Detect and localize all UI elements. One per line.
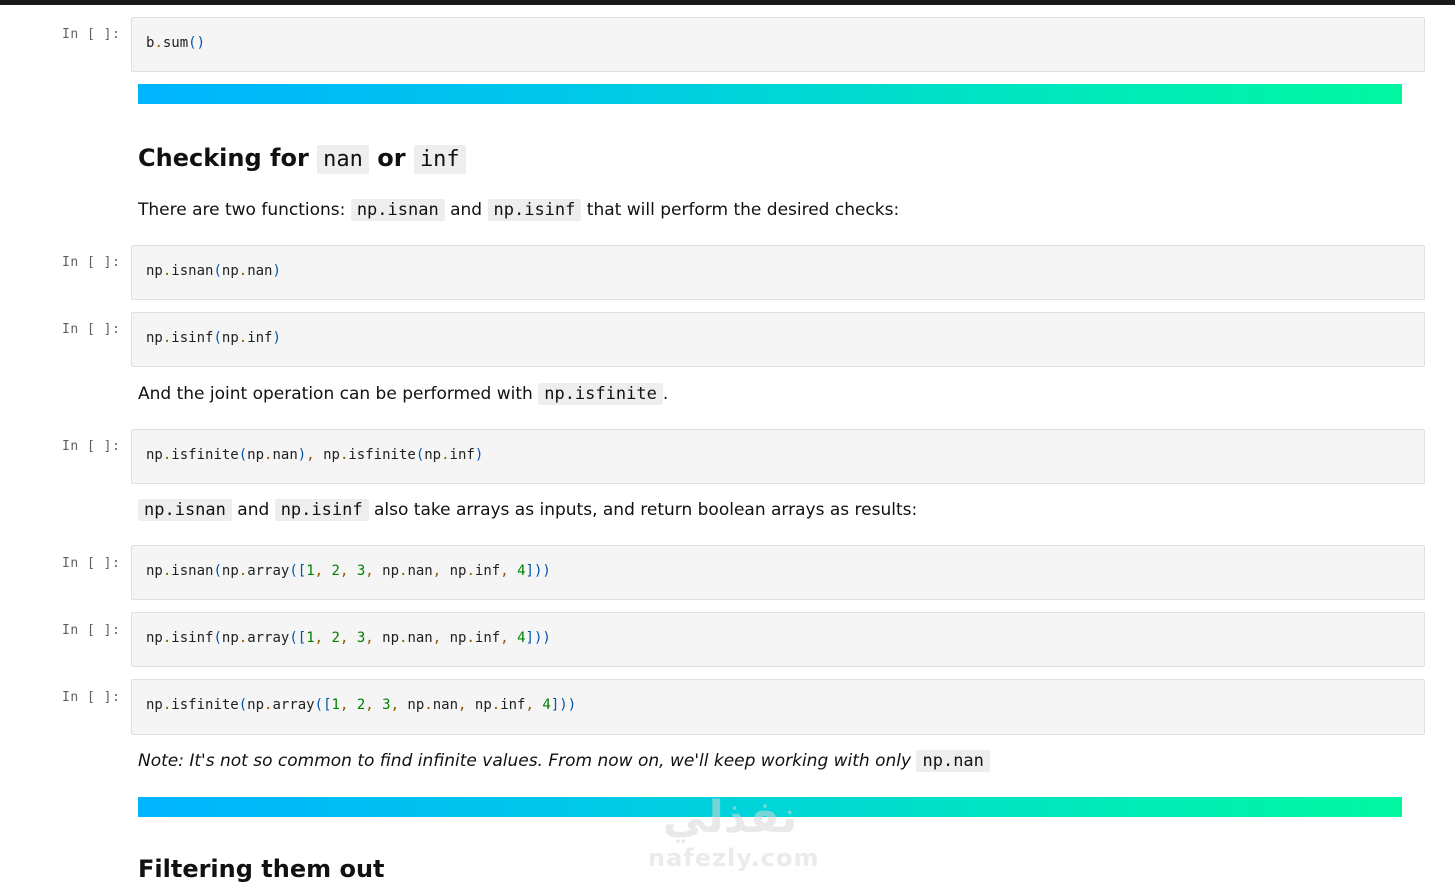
watermark-text: nafezly.com: [648, 844, 820, 872]
cell-prompt: In [ ]:: [62, 623, 121, 638]
paragraph-text: .: [662, 384, 669, 404]
paragraph-text: There are two functions:: [138, 200, 351, 220]
markdown-paragraph: There are two functions: np.isnan and np…: [138, 197, 899, 223]
cell-prompt: In [ ]:: [62, 255, 121, 270]
cell-prompt: In [ ]:: [62, 556, 121, 571]
inline-code: np.isfinite: [538, 383, 663, 405]
heading-text: or: [368, 144, 414, 172]
code-cell[interactable]: np.isnan(np.array([1, 2, 3, np.nan, np.i…: [131, 545, 1425, 600]
inline-code: np.isinf: [487, 199, 582, 221]
paragraph-text: Note: It's not so common to find infinit…: [138, 751, 917, 771]
code-cell[interactable]: np.isfinite(np.array([1, 2, 3, np.nan, n…: [131, 679, 1425, 735]
watermark-arabic-text: نفذلي: [663, 792, 798, 843]
inline-code: inf: [413, 145, 466, 174]
window-top-border: [0, 0, 1455, 5]
heading-text: Checking for: [138, 144, 318, 172]
paragraph-text: and: [231, 500, 275, 520]
code-cell[interactable]: np.isfinite(np.nan), np.isfinite(np.inf): [131, 429, 1425, 484]
section-heading: Filtering them out: [138, 855, 385, 883]
inline-code: np.isnan: [350, 199, 445, 221]
markdown-note: Note: It's not so common to find infinit…: [138, 748, 990, 774]
code-text[interactable]: np.isnan(np.nan): [146, 263, 281, 279]
markdown-paragraph: And the joint operation can be performed…: [138, 381, 668, 407]
cell-prompt: In [ ]:: [62, 439, 121, 454]
watermark-arabic-mark: نفذلي: [663, 792, 798, 843]
paragraph-text: also take arrays as inputs, and return b…: [368, 500, 918, 520]
code-cell[interactable]: np.isnan(np.nan): [131, 245, 1425, 300]
inline-code: np.isnan: [138, 499, 232, 521]
cell-prompt: In [ ]:: [62, 322, 121, 337]
inline-code: np.nan: [916, 750, 990, 772]
code-text[interactable]: np.isinf(np.inf): [146, 330, 281, 346]
code-cell[interactable]: np.isinf(np.inf): [131, 312, 1425, 367]
watermark-logo: نفذلي nafezly.com: [640, 788, 820, 876]
paragraph-text: that will perform the desired checks:: [581, 200, 900, 220]
inline-code: np.isinf: [274, 499, 369, 521]
section-divider-bar: [138, 84, 1402, 104]
paragraph-text: And the joint operation can be performed…: [138, 384, 539, 404]
code-text[interactable]: np.isnan(np.array([1, 2, 3, np.nan, np.i…: [146, 563, 551, 579]
code-text[interactable]: np.isfinite(np.nan), np.isfinite(np.inf): [146, 447, 483, 463]
code-text[interactable]: b.sum(): [146, 35, 205, 51]
code-text[interactable]: np.isfinite(np.array([1, 2, 3, np.nan, n…: [146, 697, 576, 713]
paragraph-text: and: [444, 200, 488, 220]
markdown-paragraph: np.isnan and np.isinf also take arrays a…: [138, 497, 917, 523]
section-heading: Checking for nan or inf: [138, 141, 466, 177]
cell-prompt: In [ ]:: [62, 27, 121, 42]
code-text[interactable]: np.isinf(np.array([1, 2, 3, np.nan, np.i…: [146, 630, 551, 646]
inline-code: nan: [317, 145, 369, 174]
code-cell[interactable]: b.sum(): [131, 17, 1425, 72]
cell-prompt: In [ ]:: [62, 690, 121, 705]
code-cell[interactable]: np.isinf(np.array([1, 2, 3, np.nan, np.i…: [131, 612, 1425, 667]
